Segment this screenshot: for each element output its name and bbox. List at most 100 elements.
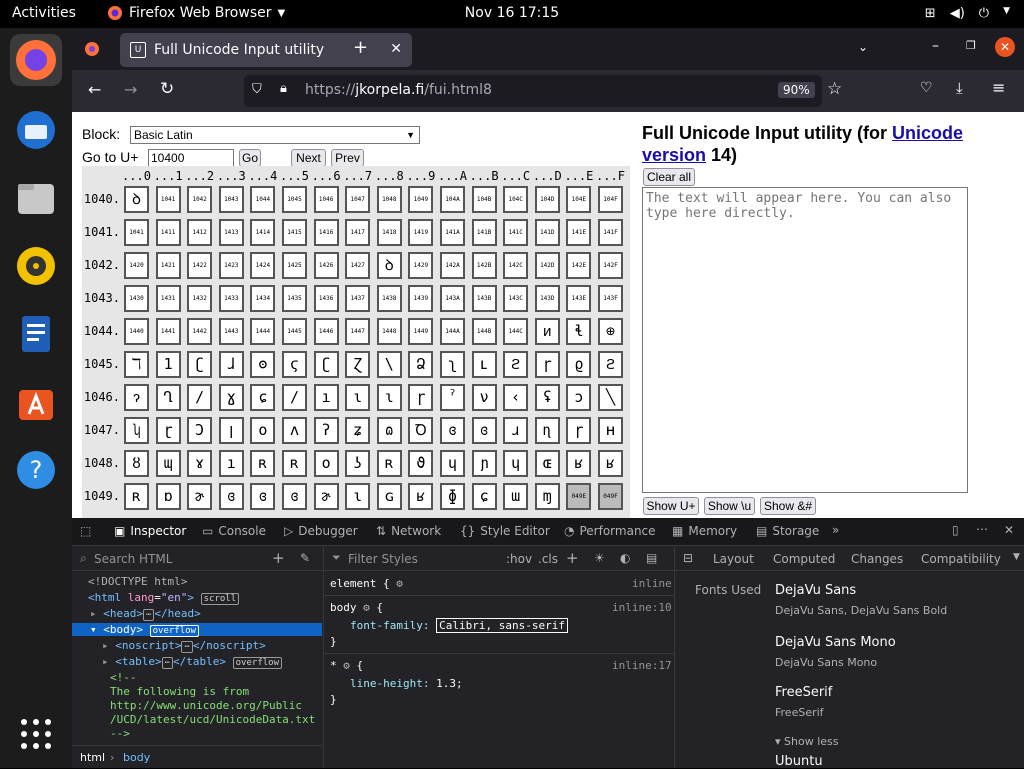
char-cell[interactable]: 142D	[534, 252, 560, 279]
char-cell[interactable]: 104D	[534, 186, 560, 213]
char-cell[interactable]: 1042	[187, 186, 213, 213]
char-cell[interactable]: 1447	[345, 318, 371, 345]
universal-rule[interactable]: * ⚙ {	[330, 659, 363, 672]
char-cell[interactable]: 1413	[218, 219, 244, 246]
add-node-icon[interactable]: +	[272, 549, 285, 567]
menu-icon[interactable]: ≡	[992, 78, 1005, 97]
char-cell[interactable]: ʁ	[598, 450, 623, 477]
char-cell[interactable]: 1431	[155, 285, 181, 312]
downloads-icon[interactable]: ⤓	[956, 79, 963, 97]
char-cell[interactable]: 049F	[598, 483, 623, 510]
tab-layout[interactable]: Layout	[713, 552, 754, 566]
char-cell[interactable]: 1421	[155, 252, 181, 279]
char-cell[interactable]: ℸ	[124, 351, 149, 378]
char-cell[interactable]: 143F	[598, 285, 623, 312]
char-cell[interactable]: ɥ	[503, 450, 529, 477]
char-cell[interactable]: 1444	[250, 318, 276, 345]
hov-toggle[interactable]: :hov	[506, 552, 532, 566]
noscript-node[interactable]: ▸ <noscript> ⋯ </noscript>	[102, 639, 266, 653]
char-cell[interactable]: ɞ	[440, 417, 465, 444]
char-cell[interactable]: 143D	[534, 285, 560, 312]
prev-button[interactable]: Prev	[331, 149, 364, 167]
chevron-down-icon[interactable]: ▼	[1013, 552, 1020, 562]
char-cell[interactable]: 1433	[218, 285, 244, 312]
firefox-view-icon[interactable]	[84, 41, 100, 57]
char-cell[interactable]: 141D	[534, 219, 560, 246]
char-cell[interactable]: ɹ	[503, 417, 529, 444]
tab-computed[interactable]: Computed	[773, 552, 835, 566]
char-cell[interactable]: ן	[218, 417, 244, 444]
char-cell[interactable]: Ձ	[408, 351, 434, 378]
font-family-value-editor[interactable]: Calibri, sans-serif	[436, 618, 568, 633]
show-amp-button[interactable]: Show &#	[760, 497, 816, 515]
char-cell[interactable]: 104A	[440, 186, 465, 213]
char-cell[interactable]: ȣ	[124, 450, 149, 477]
reload-icon[interactable]: ↻	[160, 79, 174, 99]
output-textarea[interactable]	[642, 187, 968, 493]
char-cell[interactable]: 1048	[376, 186, 402, 213]
char-cell[interactable]: 1445	[282, 318, 307, 345]
char-cell[interactable]: 1443	[218, 318, 244, 345]
char-cell[interactable]: 143E	[566, 285, 592, 312]
line-height-declaration[interactable]: line-height: 1.3;	[350, 677, 463, 690]
zoom-level[interactable]: 90%	[778, 82, 815, 98]
char-cell[interactable]: ɱ	[534, 483, 560, 510]
char-cell[interactable]: Ͻ	[187, 417, 213, 444]
tab-memory[interactable]: ▦ Memory	[672, 524, 737, 538]
char-cell[interactable]: ɽ	[155, 417, 181, 444]
char-cell[interactable]: Ꝺ	[408, 417, 434, 444]
scroll-badge[interactable]: scroll	[200, 593, 240, 605]
char-cell[interactable]: ɩ	[345, 483, 371, 510]
char-cell[interactable]: ʘ	[250, 351, 276, 378]
char-cell[interactable]: ɬ	[566, 318, 592, 345]
tab-inspector[interactable]: ▣ Inspector	[114, 524, 186, 538]
char-cell[interactable]: ı	[218, 450, 244, 477]
char-cell[interactable]: ɞ	[471, 417, 497, 444]
add-rule-icon[interactable]: +	[566, 549, 579, 567]
char-cell[interactable]: ɳ	[534, 417, 560, 444]
char-cell[interactable]: ʟ	[471, 351, 497, 378]
char-cell[interactable]: 1425	[282, 252, 307, 279]
char-cell[interactable]: ʀ	[282, 450, 307, 477]
char-cell[interactable]: ʑ	[345, 417, 371, 444]
char-cell[interactable]: ν	[471, 384, 497, 411]
tab-performance[interactable]: ◔ Performance	[564, 524, 656, 538]
char-cell[interactable]: 141A	[440, 219, 465, 246]
char-cell[interactable]: 1427	[345, 252, 371, 279]
char-cell[interactable]: 1420	[124, 252, 149, 279]
char-cell[interactable]: 1438	[376, 285, 402, 312]
char-cell[interactable]: 141C	[503, 219, 529, 246]
tab-active[interactable]: U Full Unicode Input utility ✕	[120, 33, 412, 67]
char-cell[interactable]: 1430	[124, 285, 149, 312]
tab-console[interactable]: ▭ Console	[202, 524, 266, 538]
maximize-icon[interactable]: ❐	[966, 39, 976, 52]
char-cell[interactable]: 1435	[282, 285, 307, 312]
char-cell[interactable]: ɂ	[124, 384, 149, 411]
char-cell[interactable]: ɕ	[250, 384, 276, 411]
eyedropper-icon[interactable]: ✎	[300, 551, 310, 565]
close-devtools-icon[interactable]: ✕	[1004, 523, 1014, 537]
dock-show-apps[interactable]	[10, 708, 62, 760]
dock-files[interactable]	[10, 172, 62, 224]
char-cell[interactable]: ϱ	[566, 351, 592, 378]
char-cell[interactable]: ϛ	[282, 351, 307, 378]
comment-line[interactable]: <!--	[110, 671, 137, 684]
char-cell[interactable]: ꝺ	[376, 252, 402, 279]
char-cell[interactable]: ᴎ	[534, 318, 560, 345]
table-node[interactable]: ▸ <table> ⋯ </table> overflow	[102, 655, 282, 669]
char-cell[interactable]: 141F	[598, 219, 623, 246]
font-family-declaration[interactable]: font-family: Calibri, sans-serif	[350, 618, 568, 633]
body-source-link[interactable]: inline:10	[612, 601, 672, 614]
char-cell[interactable]: ˀ	[440, 384, 465, 411]
shield-icon[interactable]: ⛉	[252, 82, 262, 97]
char-cell[interactable]: 1437	[345, 285, 371, 312]
version-link[interactable]: version	[642, 145, 706, 165]
char-cell[interactable]: ɞ	[250, 483, 276, 510]
char-cell[interactable]: 1422	[187, 252, 213, 279]
char-cell[interactable]: 1416	[313, 219, 339, 246]
list-tabs-icon[interactable]: ⌄	[858, 40, 868, 54]
char-cell[interactable]: ɔ	[566, 384, 592, 411]
char-cell[interactable]: ɯ	[503, 483, 529, 510]
char-cell[interactable]: ɚ	[187, 483, 213, 510]
minimize-icon[interactable]: –	[932, 38, 939, 54]
